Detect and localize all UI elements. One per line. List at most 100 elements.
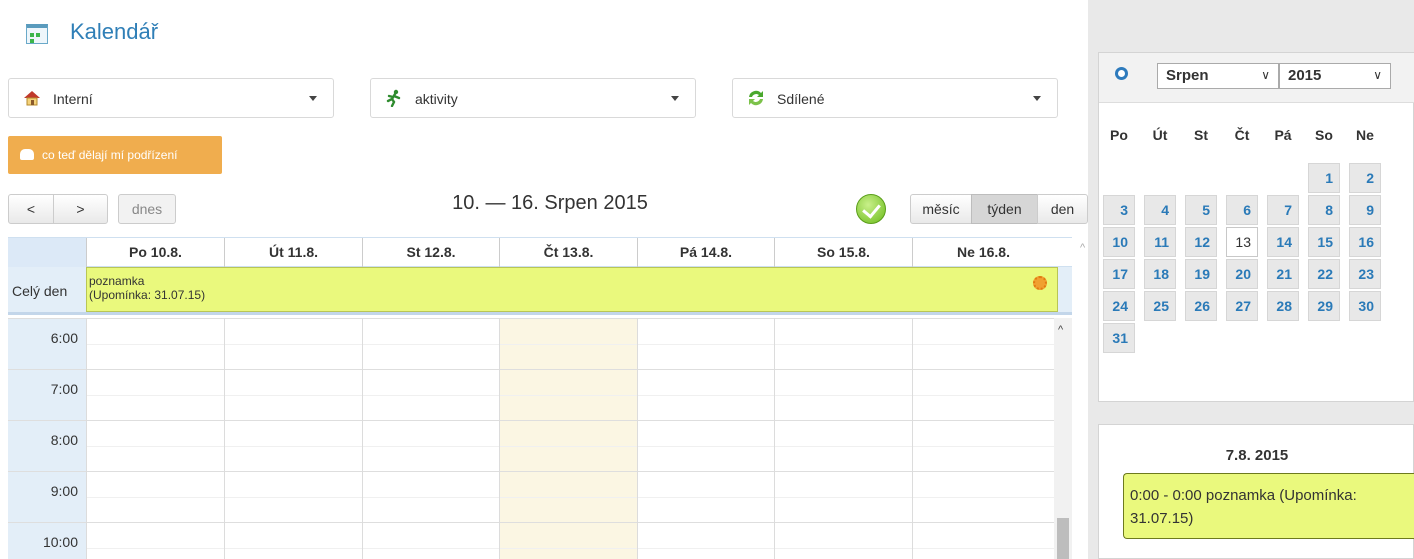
year-select[interactable]: 2015 ∨ xyxy=(1279,63,1391,89)
mini-calendar-day[interactable]: 12 xyxy=(1185,227,1217,257)
all-day-row: Celý den poznamka (Upomínka: 31.07.15) xyxy=(8,267,1072,315)
prev-month-icon[interactable] xyxy=(1115,67,1128,80)
day-event-item[interactable]: 0:00 - 0:00 poznamka (Upomínka: 31.07.15… xyxy=(1123,473,1414,539)
subordinates-activity-button[interactable]: co teď dělají mí podřízení xyxy=(8,136,222,174)
chevron-down-icon xyxy=(309,96,317,101)
mini-calendar-day[interactable]: 9 xyxy=(1349,195,1381,225)
mini-calendar-day[interactable]: 5 xyxy=(1185,195,1217,225)
mini-calendar-day[interactable]: 18 xyxy=(1144,259,1176,289)
day-event-line: 0:00 - 0:00 poznamka (Upomínka: xyxy=(1130,487,1357,504)
calendar-filter-select[interactable]: Interní xyxy=(8,78,334,118)
mini-calendar-day[interactable]: 10 xyxy=(1103,227,1135,257)
filter-label: Interní xyxy=(53,91,93,107)
chevron-down-icon xyxy=(1033,96,1041,101)
half-hour-line xyxy=(86,344,1054,345)
chevron-up-icon[interactable]: ^ xyxy=(1058,324,1063,336)
time-label: 7:00 xyxy=(50,381,78,397)
shared-filter-select[interactable]: Sdílené xyxy=(732,78,1058,118)
calendar-app-icon xyxy=(26,24,48,44)
mini-calendar-day[interactable]: 6 xyxy=(1226,195,1258,225)
weekday-label: Pá xyxy=(1274,127,1292,143)
all-day-event[interactable]: poznamka (Upomínka: 31.07.15) xyxy=(86,267,1058,312)
month-value: Srpen xyxy=(1166,67,1209,84)
mini-calendar-header: Srpen ∨ 2015 ∨ xyxy=(1099,53,1414,103)
mini-calendar-day[interactable]: 25 xyxy=(1144,291,1176,321)
mini-calendar-day[interactable]: 28 xyxy=(1267,291,1299,321)
day-header[interactable]: So 15.8. xyxy=(774,238,912,267)
time-grid[interactable]: 6:00 7:00 8:00 9:00 10:00 ^ xyxy=(8,318,1072,559)
day-column-line xyxy=(499,318,500,559)
view-day-button[interactable]: den xyxy=(1037,194,1088,224)
day-header[interactable]: Po 10.8. xyxy=(86,238,224,267)
day-events-panel: 7.8. 2015 0:00 - 0:00 poznamka (Upomínka… xyxy=(1098,424,1414,559)
day-header[interactable]: Út 11.8. xyxy=(224,238,362,267)
mini-calendar-day[interactable]: 29 xyxy=(1308,291,1340,321)
mini-calendar-day[interactable]: 30 xyxy=(1349,291,1381,321)
time-label: 8:00 xyxy=(50,432,78,448)
gear-icon[interactable] xyxy=(1033,276,1047,290)
vertical-scrollbar[interactable]: ^ xyxy=(1054,318,1072,559)
hour-line xyxy=(8,522,1054,523)
hour-line xyxy=(8,318,1054,319)
mini-calendar-day[interactable]: 15 xyxy=(1308,227,1340,257)
activity-filter-select[interactable]: aktivity xyxy=(370,78,696,118)
day-column-line xyxy=(86,318,87,559)
day-header-row: Po 10.8. Út 11.8. St 12.8. Čt 13.8. Pá 1… xyxy=(8,237,1085,267)
time-label: 9:00 xyxy=(50,483,78,499)
mini-calendar-day[interactable]: 22 xyxy=(1308,259,1340,289)
day-column-line xyxy=(637,318,638,559)
weekday-label: So xyxy=(1315,127,1333,143)
day-header[interactable]: Pá 14.8. xyxy=(637,238,774,267)
mini-calendar-day[interactable]: 8 xyxy=(1308,195,1340,225)
mini-calendar-day[interactable]: 23 xyxy=(1349,259,1381,289)
check-icon[interactable] xyxy=(856,194,886,224)
prev-week-button[interactable]: < xyxy=(8,194,54,224)
mini-calendar-day[interactable]: 27 xyxy=(1226,291,1258,321)
mini-calendar-day[interactable]: 11 xyxy=(1144,227,1176,257)
day-column-line xyxy=(224,318,225,559)
mini-calendar-day[interactable]: 19 xyxy=(1185,259,1217,289)
filter-label: aktivity xyxy=(415,91,458,107)
mini-calendar-today[interactable]: 13 xyxy=(1226,227,1258,257)
day-header[interactable]: Čt 13.8. xyxy=(499,238,637,267)
year-value: 2015 xyxy=(1288,67,1322,84)
view-week-button[interactable]: týden xyxy=(971,194,1038,224)
event-reminder: (Upomínka: 31.07.15) xyxy=(89,288,206,302)
weekday-label: St xyxy=(1194,127,1208,143)
mini-calendar-day[interactable]: 2 xyxy=(1349,163,1381,193)
hour-line xyxy=(8,369,1054,370)
today-button[interactable]: dnes xyxy=(118,194,176,224)
next-week-button[interactable]: > xyxy=(53,194,108,224)
mini-calendar-day[interactable]: 21 xyxy=(1267,259,1299,289)
mini-calendar-day[interactable]: 4 xyxy=(1144,195,1176,225)
mini-calendar-day[interactable]: 20 xyxy=(1226,259,1258,289)
mini-calendar-day[interactable]: 17 xyxy=(1103,259,1135,289)
mini-calendar-day[interactable]: 1 xyxy=(1308,163,1340,193)
day-header[interactable]: Ne 16.8. xyxy=(912,238,1054,267)
month-select[interactable]: Srpen ∨ xyxy=(1157,63,1279,89)
hour-line xyxy=(8,420,1054,421)
house-icon xyxy=(24,91,40,106)
selected-date: 7.8. 2015 xyxy=(1225,447,1289,464)
view-month-button[interactable]: měsíc xyxy=(910,194,972,224)
mini-calendar-day[interactable]: 26 xyxy=(1185,291,1217,321)
time-label: 10:00 xyxy=(42,534,78,550)
week-grid: Po 10.8. Út 11.8. St 12.8. Čt 13.8. Pá 1… xyxy=(8,237,1085,559)
mini-calendar-day[interactable]: 7 xyxy=(1267,195,1299,225)
time-label: 6:00 xyxy=(50,330,78,346)
mini-calendar-day[interactable]: 24 xyxy=(1103,291,1135,321)
mini-calendar: Srpen ∨ 2015 ∨ Po Út St Čt Pá So Ne 1 2 3 4 5 6 7 8 9 10… xyxy=(1098,52,1414,402)
chevron-up-icon: ^ xyxy=(1080,242,1086,254)
day-event-line: 31.07.15) xyxy=(1130,510,1194,527)
half-hour-line xyxy=(86,446,1054,447)
day-header[interactable]: St 12.8. xyxy=(362,238,499,267)
mini-calendar-day[interactable]: 3 xyxy=(1103,195,1135,225)
half-hour-line xyxy=(86,548,1054,549)
day-column-line xyxy=(774,318,775,559)
scrollbar-thumb[interactable] xyxy=(1057,518,1069,559)
right-sidebar: Srpen ∨ 2015 ∨ Po Út St Čt Pá So Ne 1 2 3 4 5 6 7 8 9 10… xyxy=(1088,0,1414,559)
mini-calendar-day[interactable]: 14 xyxy=(1267,227,1299,257)
mini-calendar-day[interactable]: 31 xyxy=(1103,323,1135,353)
mini-calendar-day[interactable]: 16 xyxy=(1349,227,1381,257)
all-day-label: Celý den xyxy=(12,283,68,299)
